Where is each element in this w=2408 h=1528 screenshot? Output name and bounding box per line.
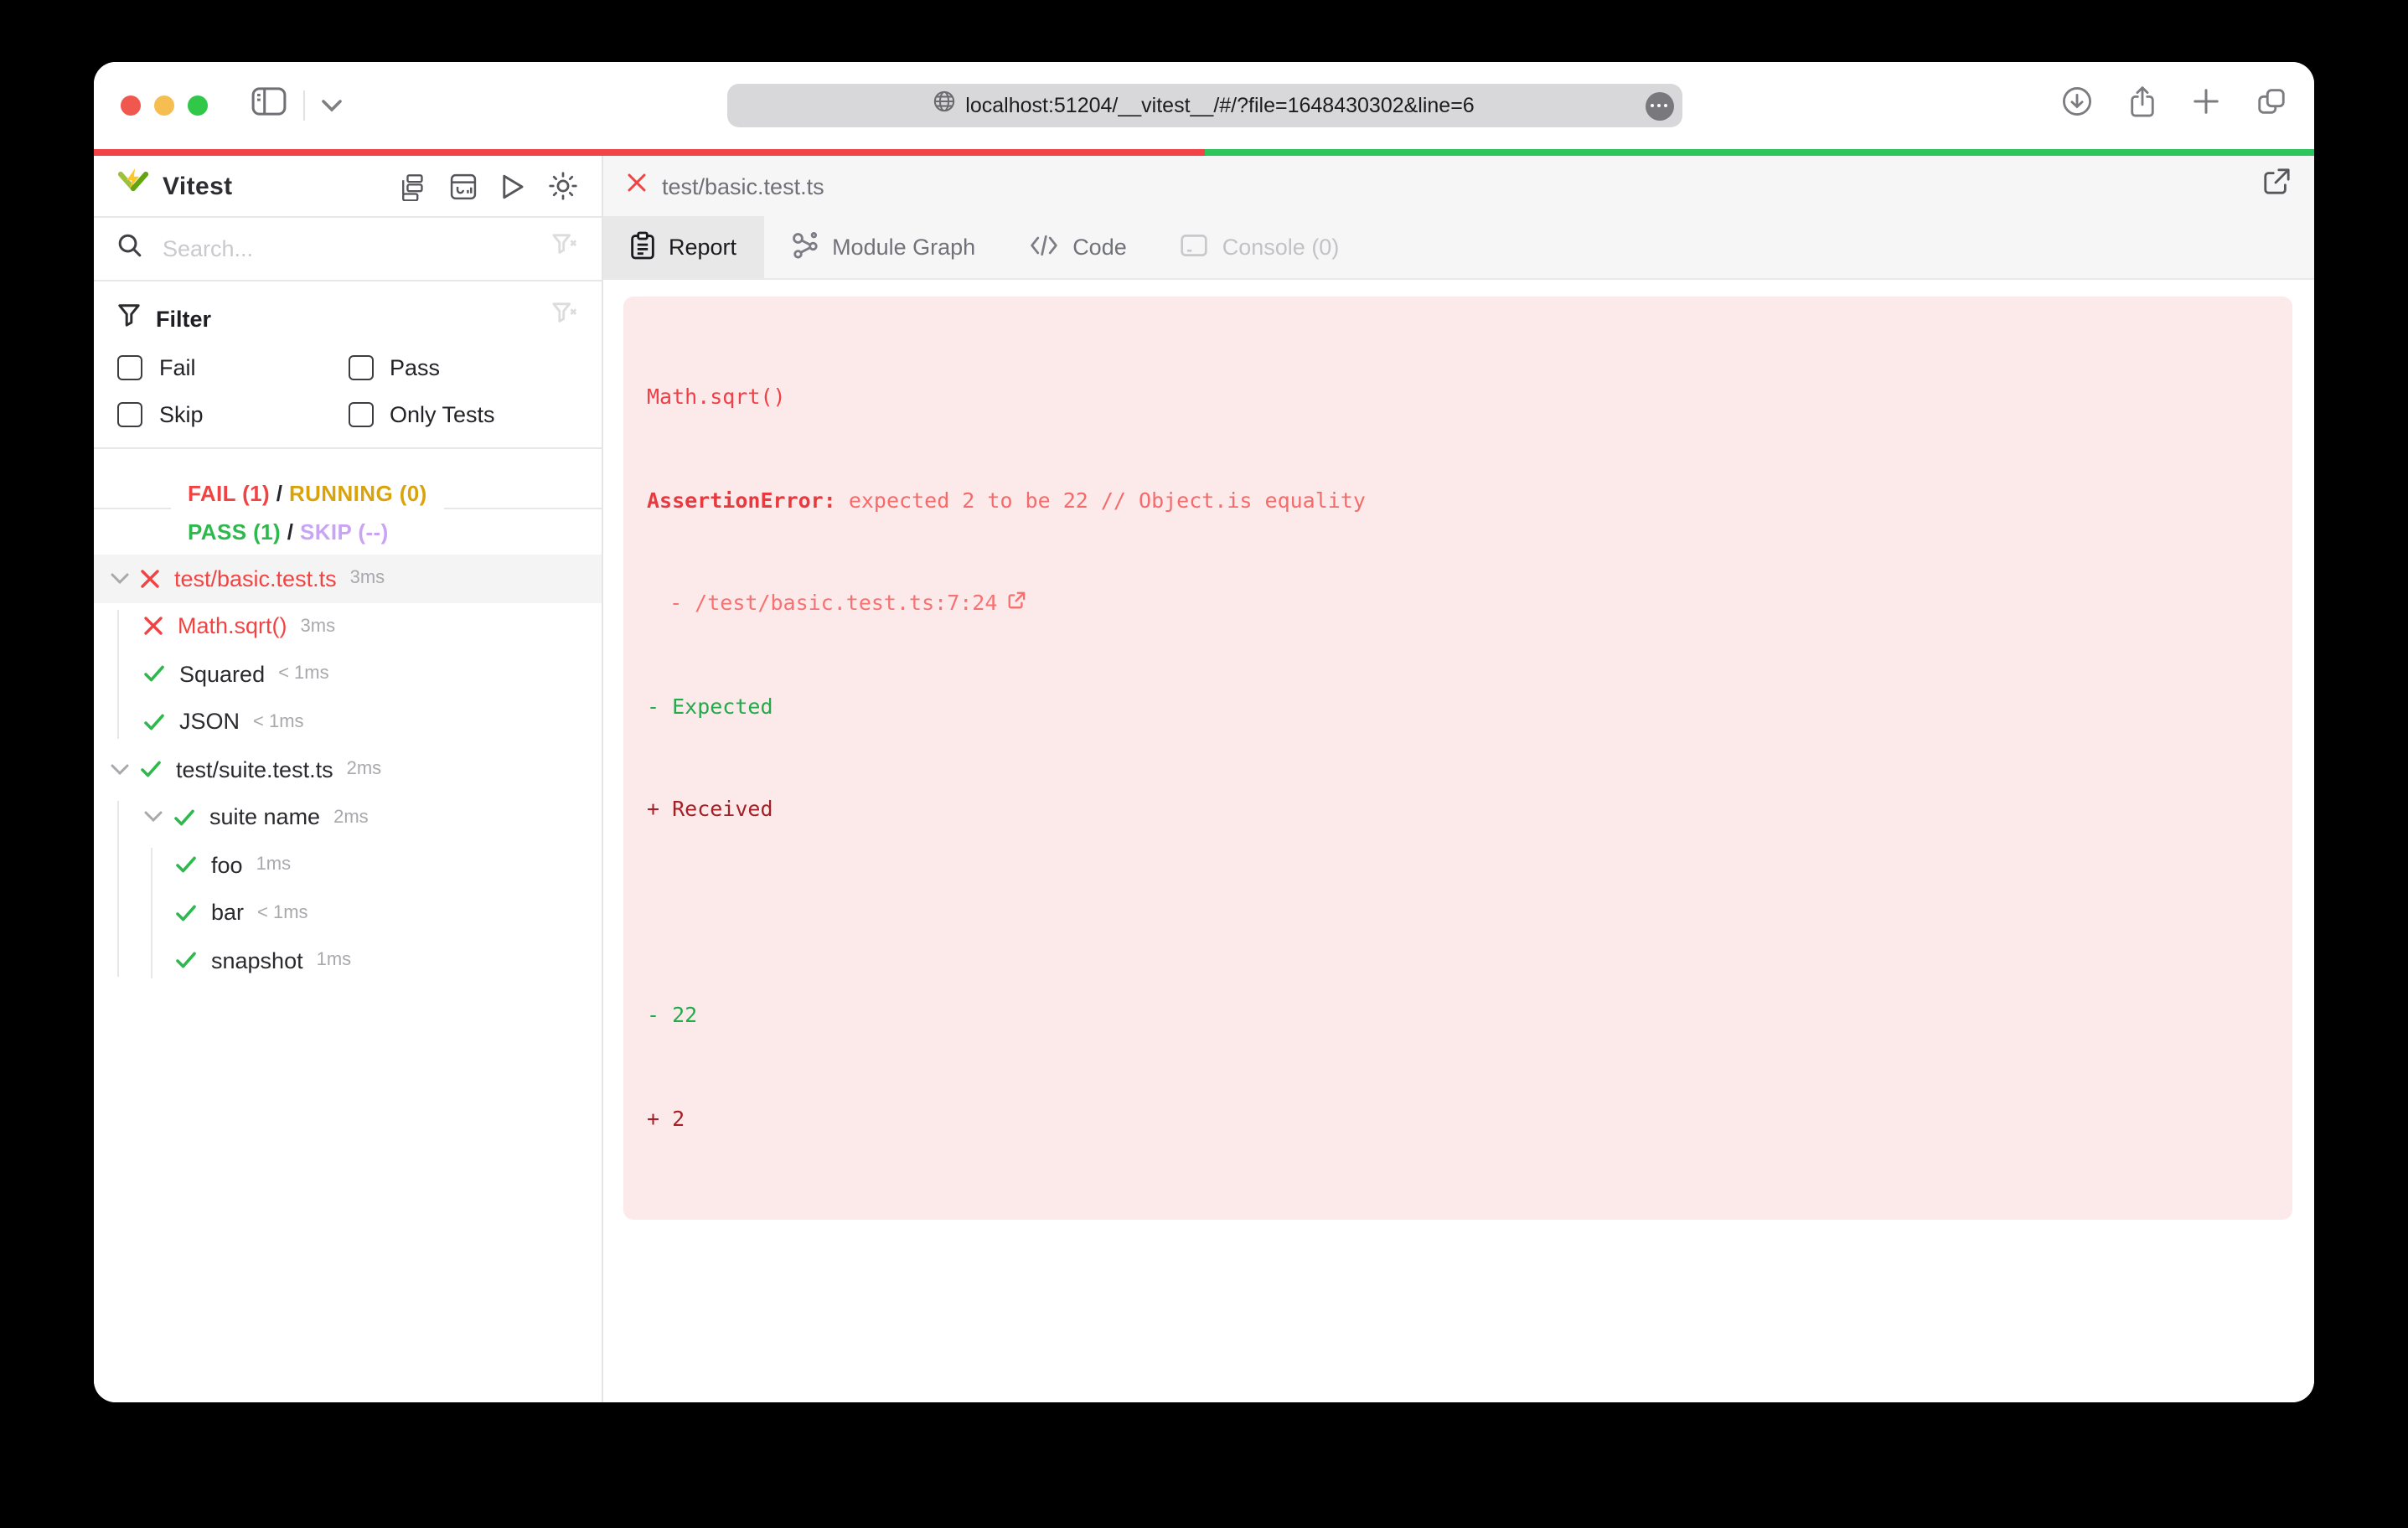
theme-toggle-icon[interactable] [548, 171, 578, 201]
code-icon [1029, 232, 1059, 262]
tree-item-test-foo[interactable]: foo 1ms [94, 841, 602, 889]
diff-received-label: + Received [647, 796, 773, 821]
skip-count: SKIP (--) [299, 519, 389, 545]
pass-icon [141, 761, 161, 778]
downloads-icon[interactable] [2061, 85, 2093, 126]
file-header: test/basic.test.ts [603, 156, 2314, 216]
checkbox-skip[interactable] [117, 402, 142, 427]
expand-tree-icon[interactable] [399, 172, 427, 200]
filter-title: Filter [156, 306, 212, 331]
console-icon [1181, 232, 1209, 262]
search-icon [117, 232, 142, 266]
tab-report[interactable]: Report [603, 216, 764, 278]
error-report-card: Math.sqrt() AssertionError: expected 2 t… [623, 297, 2292, 1220]
tab-module-graph[interactable]: Module Graph [763, 216, 1002, 278]
chevron-down-icon[interactable] [144, 812, 163, 823]
checkbox-fail[interactable] [117, 355, 142, 380]
share-icon[interactable] [2128, 85, 2157, 126]
view-tabs: Report Module Graph Code Console (0) [603, 216, 2314, 280]
pass-icon [174, 809, 194, 826]
progress-fail-segment [94, 149, 1204, 156]
failed-test-name: Math.sqrt() [647, 384, 786, 409]
test-tree: test/basic.test.ts 3ms Math.sqrt() 3ms S… [94, 555, 602, 1402]
run-summary: FAIL (1) / RUNNING (0) PASS (1) / SKIP (… [94, 449, 602, 555]
url-bar[interactable]: localhost:51204/__vitest__/#/?file=16484… [726, 84, 1682, 127]
module-graph-icon [790, 230, 819, 264]
search-row [94, 218, 602, 281]
tree-item-test-mathsqrt[interactable]: Math.sqrt() 3ms [94, 602, 602, 650]
pass-icon [176, 857, 196, 874]
filter-option-pass[interactable]: Pass [348, 355, 578, 380]
tree-item-test-bar[interactable]: bar < 1ms [94, 889, 602, 937]
traffic-lights [121, 96, 208, 116]
pass-icon [144, 666, 164, 683]
pass-icon [176, 952, 196, 969]
clear-search-filter-icon[interactable] [551, 232, 578, 266]
running-count: RUNNING (0) [288, 481, 427, 506]
pass-icon [176, 905, 196, 921]
assertion-error-line: AssertionError: expected 2 to be 22 // O… [647, 487, 1366, 512]
test-progress-bar [94, 149, 2314, 156]
vitest-logo-icon [117, 168, 149, 204]
main-panel: test/basic.test.ts Report Module Graph C… [603, 156, 2314, 1402]
fail-icon [627, 171, 647, 201]
checkbox-pass[interactable] [348, 355, 373, 380]
app-title: Vitest [163, 172, 233, 200]
minimize-button[interactable] [154, 96, 174, 116]
filter-option-only-tests[interactable]: Only Tests [348, 402, 578, 427]
open-file-name: test/basic.test.ts [662, 173, 824, 199]
close-button[interactable] [121, 96, 141, 116]
tree-item-test-json[interactable]: JSON < 1ms [94, 698, 602, 746]
fail-icon [141, 569, 159, 588]
browser-window: localhost:51204/__vitest__/#/?file=16484… [94, 62, 2314, 1402]
url-text: localhost:51204/__vitest__/#/?file=16484… [965, 94, 1475, 117]
fail-icon [144, 617, 163, 636]
tree-item-test-snapshot[interactable]: snapshot 1ms [94, 937, 602, 984]
diff-expected-label: - Expected [647, 693, 773, 718]
screen: localhost:51204/__vitest__/#/?file=16484… [0, 0, 2408, 1528]
stack-trace-link[interactable]: - /test/basic.test.ts:7:24 [647, 586, 2269, 621]
tree-item-file-basic[interactable]: test/basic.test.ts 3ms [94, 555, 602, 602]
chevron-down-icon[interactable] [111, 573, 129, 585]
report-content: Math.sqrt() AssertionError: expected 2 t… [603, 280, 2314, 1402]
new-tab-icon[interactable] [2192, 87, 2220, 124]
search-input[interactable] [159, 235, 535, 263]
run-all-icon[interactable] [499, 172, 526, 200]
dashboard-icon[interactable] [449, 172, 478, 200]
filter-section: Filter Fail Pass Skip Only Tests [94, 281, 602, 449]
tab-console[interactable]: Console (0) [1154, 216, 1367, 278]
diff-expected-value: - 22 [647, 1002, 698, 1027]
browser-toolbar: localhost:51204/__vitest__/#/?file=16484… [94, 62, 2314, 149]
tab-overview-icon[interactable] [2256, 85, 2287, 126]
chevron-down-icon[interactable] [322, 90, 342, 121]
diff-blank-line [647, 896, 2269, 930]
tree-item-file-suite[interactable]: test/suite.test.ts 2ms [94, 746, 602, 793]
zoom-button[interactable] [188, 96, 208, 116]
tree-item-suite-name[interactable]: suite name 2ms [94, 793, 602, 841]
progress-pass-segment [1204, 149, 2314, 156]
sidebar: Vitest Search... Filter Fail Pass Skip O… [94, 156, 603, 1402]
diff-received-value: + 2 [647, 1105, 685, 1130]
pass-icon [144, 714, 164, 730]
toolbar-divider [303, 90, 305, 121]
globe-icon [933, 90, 955, 121]
external-link-icon [1007, 586, 1026, 621]
filter-option-skip[interactable]: Skip [117, 402, 348, 427]
page-options-button[interactable] [1645, 91, 1673, 120]
fail-count: FAIL (1) [188, 481, 271, 506]
chevron-down-icon[interactable] [111, 764, 129, 776]
open-in-editor-icon[interactable] [2262, 168, 2291, 204]
pass-count: PASS (1) [188, 519, 282, 545]
tab-code[interactable]: Code [1002, 216, 1154, 278]
report-icon [630, 230, 655, 264]
clear-filters-icon[interactable] [551, 302, 578, 335]
checkbox-only-tests[interactable] [348, 402, 373, 427]
funnel-icon [117, 302, 141, 334]
filter-option-fail[interactable]: Fail [117, 355, 348, 380]
sidebar-toggle-icon[interactable] [251, 87, 287, 124]
tree-item-test-squared[interactable]: Squared < 1ms [94, 650, 602, 698]
sidebar-header: Vitest [94, 156, 602, 218]
